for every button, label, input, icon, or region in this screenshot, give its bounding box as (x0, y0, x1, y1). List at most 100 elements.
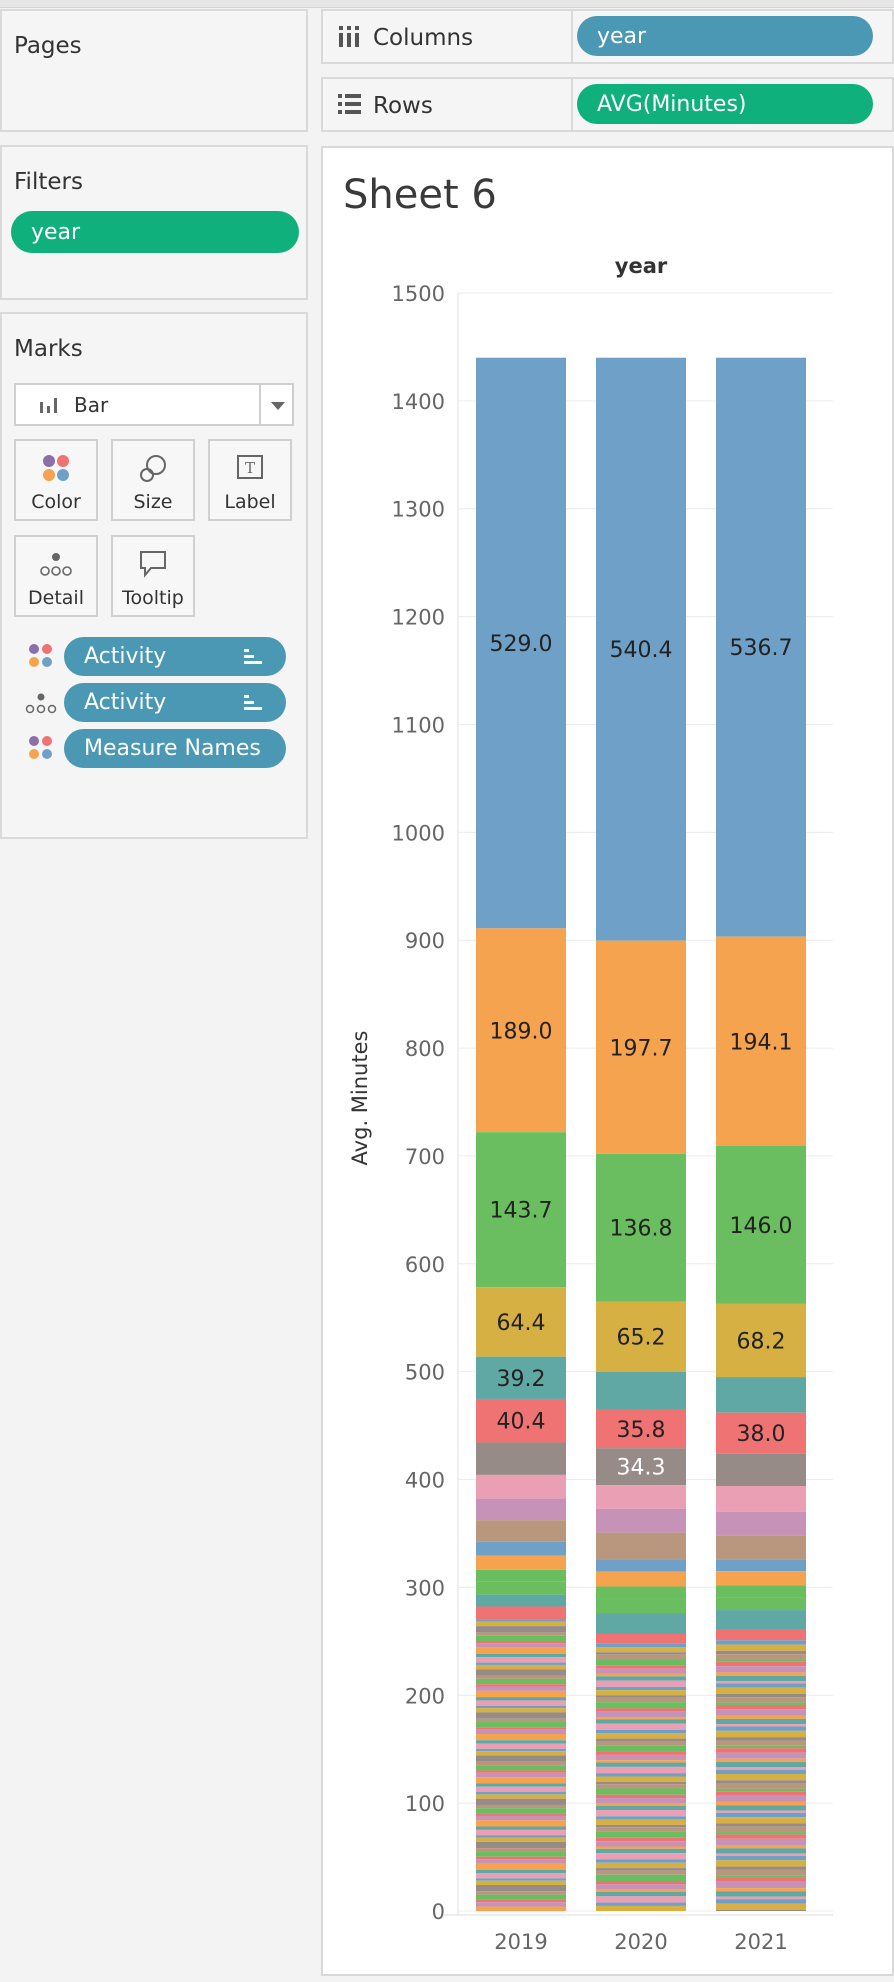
data-label: 536.7 (730, 636, 793, 661)
bar-segment (716, 1853, 806, 1856)
bar-segment (716, 1683, 806, 1688)
bar-segment (716, 1709, 806, 1716)
bar-segment (596, 1841, 686, 1847)
bar-segment (476, 1891, 566, 1895)
bar-segment (596, 1754, 686, 1761)
y-axis-title: Avg. Minutes (348, 1031, 372, 1166)
bar-segment (596, 1741, 686, 1746)
bar-segment (596, 1859, 686, 1863)
bar-segment (716, 1597, 806, 1611)
bar-segment (476, 1643, 566, 1648)
columns-pill-label: year (597, 23, 647, 49)
tooltip-button[interactable]: Tooltip (111, 535, 195, 617)
marks-pill-activity-detail[interactable]: Activity (64, 683, 286, 722)
sort-icon (244, 695, 262, 710)
bar-segment (716, 1795, 806, 1802)
bar-segment (476, 1641, 566, 1644)
bar-segment (476, 1856, 566, 1860)
bar-segment (716, 1672, 806, 1676)
marks-title: Marks (14, 336, 83, 362)
bar-segment (716, 1748, 806, 1753)
bar-segment (476, 1657, 566, 1663)
bar-segment (476, 1684, 566, 1687)
bar-segment (476, 1690, 566, 1698)
bar-segment (716, 1644, 806, 1651)
color-icon (29, 736, 52, 759)
bar-segment (476, 1885, 566, 1892)
bar-segment (596, 1532, 686, 1560)
bar-segment (476, 1619, 566, 1622)
filter-pill-label: year (31, 219, 81, 245)
bar-segment (596, 1837, 686, 1842)
bar-segment (596, 1902, 686, 1906)
mark-type-label: Bar (74, 393, 109, 417)
bar-segment (596, 1788, 686, 1795)
bar-segment (596, 1676, 686, 1681)
bar-segment (716, 1629, 806, 1641)
rows-label: Rows (373, 93, 433, 119)
marks-pill-activity-color[interactable]: Activity (64, 637, 286, 676)
detail-icon (40, 553, 72, 576)
bar-segment (716, 1899, 806, 1904)
bar-segment (716, 1891, 806, 1897)
bar-segment (476, 1700, 566, 1706)
bar-segment (476, 1675, 566, 1679)
bar-segment (716, 1659, 806, 1662)
bar-segment (476, 1727, 566, 1730)
bar-segment (716, 1610, 806, 1630)
bar-segment (596, 1673, 686, 1677)
y-tick-label: 1000 (392, 821, 445, 845)
data-label: 194.1 (730, 1030, 793, 1055)
bar-segment (596, 1868, 686, 1871)
bar-segment (596, 1717, 686, 1720)
bar-segment (596, 1773, 686, 1777)
bar-segment (716, 1805, 806, 1811)
bar-segment (716, 1715, 806, 1719)
size-button[interactable]: Size (111, 439, 195, 521)
color-button[interactable]: Color (14, 439, 98, 521)
bar-segment (716, 1726, 806, 1731)
y-tick-label: 500 (405, 1361, 445, 1385)
bar-segment (596, 1798, 686, 1804)
label-button[interactable]: T Label (208, 439, 292, 521)
rows-pill-avg-minutes[interactable]: AVG(Minutes) (577, 84, 873, 124)
data-label: 35.8 (617, 1418, 666, 1443)
columns-shelf: Columns year (321, 9, 894, 64)
bar-segment (596, 1853, 686, 1860)
size-icon (140, 455, 166, 482)
bar-segment (476, 1786, 566, 1793)
bar-segment (596, 1633, 686, 1644)
data-label: 197.7 (610, 1036, 673, 1061)
y-tick-label: 700 (405, 1145, 445, 1169)
bar-segment (596, 1896, 686, 1903)
detail-button[interactable]: Detail (14, 535, 98, 617)
detail-label: Detail (28, 587, 84, 609)
columns-label: Columns (373, 25, 474, 51)
bar-segment (476, 1751, 566, 1756)
bar-segment (476, 1829, 566, 1836)
bar-segment (476, 1755, 566, 1762)
chevron-down-icon[interactable] (270, 401, 286, 411)
bar-segment (716, 1903, 806, 1910)
mark-type-dropdown[interactable]: Bar (14, 383, 294, 426)
y-tick-label: 200 (405, 1684, 445, 1708)
bar-segment (716, 1758, 806, 1763)
columns-pill-year[interactable]: year (577, 16, 873, 56)
bar-segment (476, 1555, 566, 1570)
filter-pill-year[interactable]: year (11, 211, 299, 253)
bar-segment (596, 1874, 686, 1882)
bar-segment (476, 1635, 566, 1642)
bar-segment (716, 1681, 806, 1684)
y-tick-label: 1200 (392, 606, 445, 630)
bar-segment (476, 1541, 566, 1556)
bar-segment (476, 1878, 566, 1881)
bar-segment (596, 1708, 686, 1712)
bar-segment (476, 1783, 566, 1787)
marks-pill-measure-names[interactable]: Measure Names (64, 729, 286, 768)
bar-segment (476, 1813, 566, 1816)
bar-segment (476, 1837, 566, 1842)
bar-segment (476, 1664, 566, 1670)
bar-segment (716, 1801, 806, 1806)
bar-segment (596, 1862, 686, 1869)
bar-segment (716, 1745, 806, 1749)
